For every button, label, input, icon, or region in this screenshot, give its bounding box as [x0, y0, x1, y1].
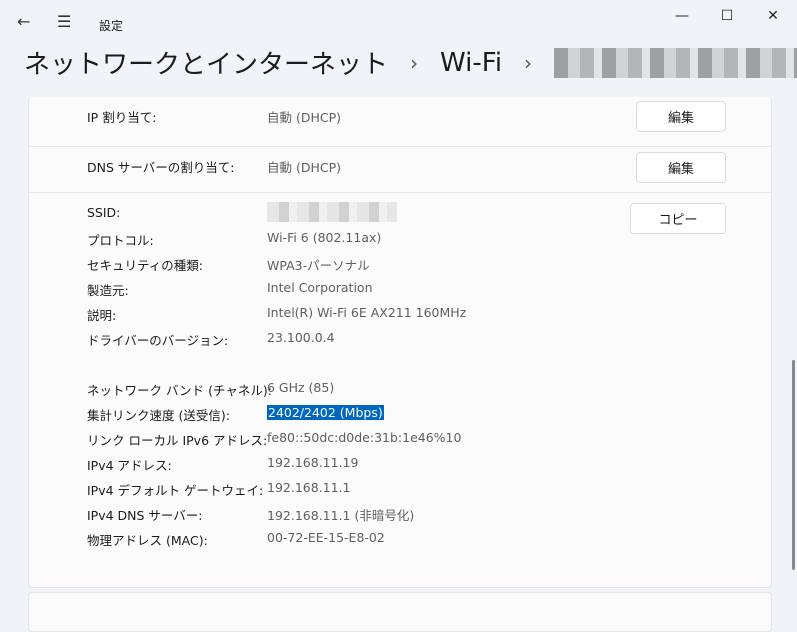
redacted-ssid: [267, 202, 397, 222]
edit-dns-button[interactable]: 編集: [636, 152, 726, 183]
edit-ip-button[interactable]: 編集: [636, 101, 726, 132]
property-label: ドライバーのバージョン:: [87, 333, 229, 348]
property-label: ネットワーク バンド (チャネル):: [87, 383, 272, 398]
ip-assignment-label: IP 割り当て:: [87, 110, 157, 125]
property-label: 製造元:: [87, 283, 129, 298]
dns-assignment-label: DNS サーバーの割り当て:: [87, 160, 235, 175]
dns-assignment-row: DNS サーバーの割り当て: 自動 (DHCP) 編集: [29, 143, 771, 193]
property-value: 2402/2402 (Mbps): [267, 405, 384, 420]
property-label: SSID:: [87, 205, 121, 220]
property-label: IPv4 デフォルト ゲートウェイ:: [87, 483, 264, 498]
property-value: fe80::50dc:d0de:31b:1e46%10: [267, 430, 462, 445]
copy-button[interactable]: コピー: [630, 203, 726, 234]
redacted-network-name: [554, 47, 797, 78]
property-label: IPv4 DNS サーバー:: [87, 508, 203, 523]
ip-assignment-row: IP 割り当て: 自動 (DHCP) 編集: [29, 97, 771, 147]
property-value: 23.100.0.4: [267, 330, 335, 345]
property-value: Intel(R) Wi-Fi 6E AX211 160MHz: [267, 305, 467, 320]
chevron-right-icon: ›: [410, 50, 419, 75]
property-label: 物理アドレス (MAC):: [87, 533, 208, 548]
property-label: IPv4 アドレス:: [87, 458, 172, 473]
close-icon[interactable]: ✕: [758, 8, 788, 24]
breadcrumb-wifi[interactable]: Wi-Fi: [440, 48, 502, 78]
property-label: 説明:: [87, 308, 117, 323]
dns-assignment-value: 自動 (DHCP): [267, 160, 342, 175]
property-label: 集計リンク速度 (送受信):: [87, 408, 230, 423]
breadcrumb: ネットワークとインターネット › Wi-Fi ›: [24, 44, 797, 81]
property-value: 192.168.11.1: [267, 480, 351, 495]
minimize-icon[interactable]: —: [667, 8, 697, 24]
back-icon[interactable]: ←: [17, 12, 30, 31]
scrollbar[interactable]: [792, 360, 795, 570]
app-title: 設定: [99, 19, 124, 33]
ip-assignment-value: 自動 (DHCP): [267, 110, 342, 125]
property-value: WPA3-パーソナル: [267, 258, 370, 273]
title-bar: ← ☰ 設定 — ☐ ✕: [0, 0, 797, 48]
property-value: 6 GHz (85): [267, 380, 335, 395]
property-value: 192.168.11.19: [267, 455, 359, 470]
chevron-right-icon: ›: [524, 50, 533, 75]
breadcrumb-network[interactable]: ネットワークとインターネット: [24, 44, 388, 81]
property-value: 00-72-EE-15-E8-02: [267, 530, 385, 545]
property-label: プロトコル:: [87, 233, 154, 248]
property-label: セキュリティの種類:: [87, 258, 203, 273]
next-card: [28, 592, 772, 632]
properties-card: IP 割り当て: 自動 (DHCP) 編集 DNS サーバーの割り当て: 自動 …: [28, 97, 772, 588]
maximize-icon[interactable]: ☐: [712, 8, 742, 24]
property-value: Intel Corporation: [267, 280, 373, 295]
property-value: 192.168.11.1 (非暗号化): [267, 508, 415, 523]
property-label: リンク ローカル IPv6 アドレス:: [87, 433, 268, 448]
menu-icon[interactable]: ☰: [57, 12, 71, 31]
property-value: Wi-Fi 6 (802.11ax): [267, 230, 382, 245]
